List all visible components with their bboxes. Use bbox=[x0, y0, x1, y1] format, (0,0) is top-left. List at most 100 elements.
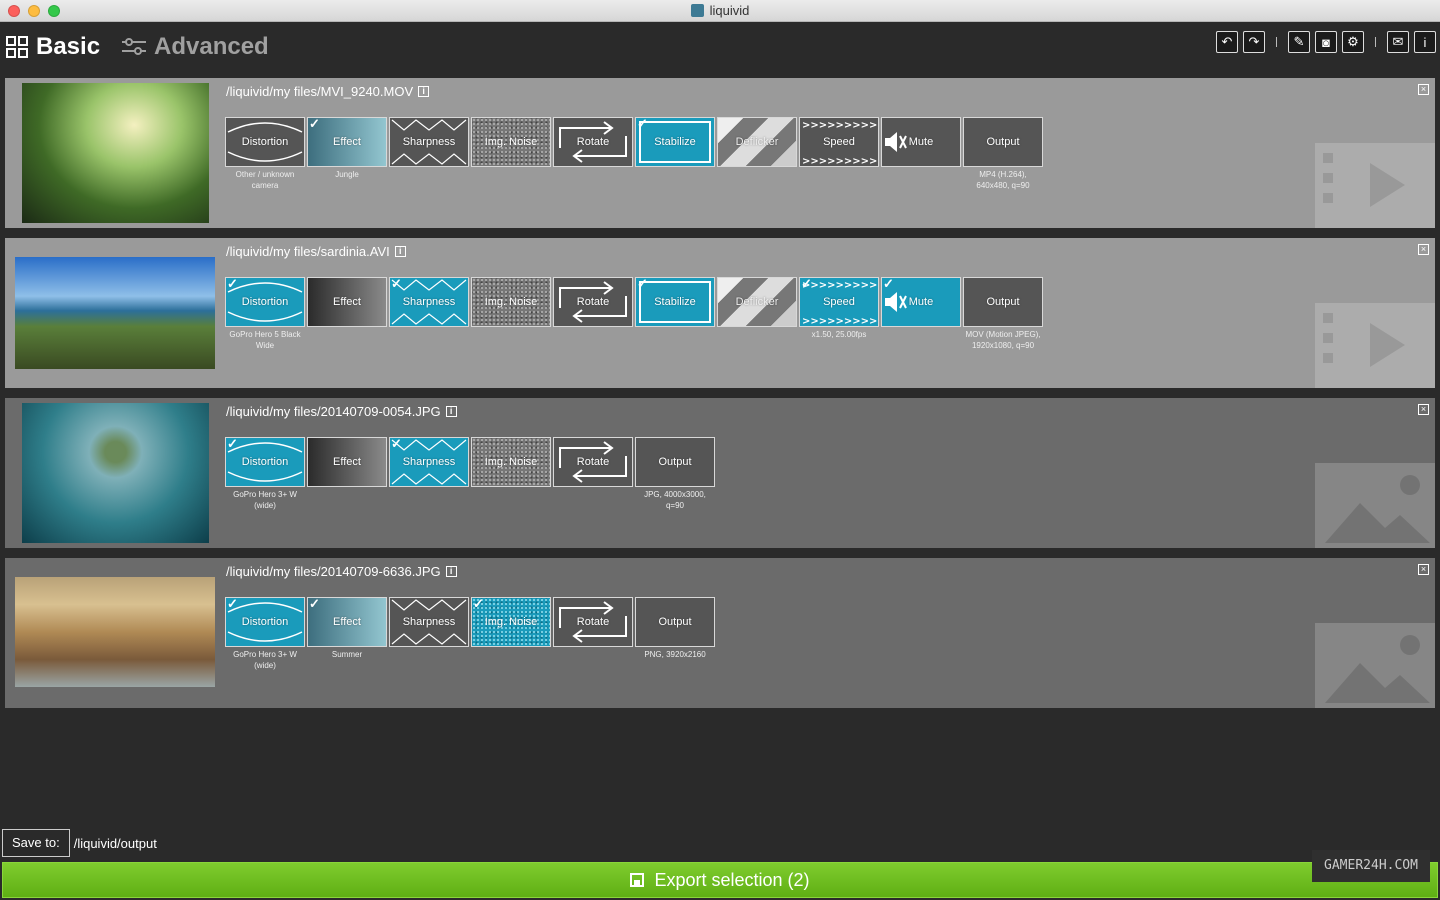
step-rotate-tile[interactable]: Rotate bbox=[553, 117, 633, 167]
info-icon[interactable]: i bbox=[445, 406, 457, 417]
step-img-noise-tile[interactable]: Img. Noise bbox=[471, 117, 551, 167]
step-label: Sharpness bbox=[402, 296, 456, 308]
step-effect-tile[interactable]: Effect bbox=[307, 277, 387, 327]
step-distortion-tile[interactable]: Distortion bbox=[225, 117, 305, 167]
remove-file-button[interactable]: × bbox=[1418, 564, 1429, 575]
file-path: /liquivid/my files/20140709-6636.JPG i bbox=[226, 564, 457, 579]
processing-steps: ✓ Distortion Effect ✓ Sharpness Img. Noise Rot… bbox=[225, 437, 715, 487]
file-row[interactable]: /liquivid/my files/sardinia.AVI i × ✓ Distor… bbox=[5, 238, 1435, 388]
step-label: Rotate bbox=[576, 616, 610, 628]
undo-button[interactable]: ↶ bbox=[1216, 31, 1238, 53]
step-stabilize-tile[interactable]: ✓ Stabilize bbox=[635, 277, 715, 327]
step-distortion-tile[interactable]: ✓ Distortion bbox=[225, 597, 305, 647]
step-mute-tile[interactable]: Mute bbox=[881, 117, 961, 167]
mail-button[interactable]: ✉ bbox=[1387, 31, 1409, 53]
processing-steps: ✓ Distortion ✓ Effect Sharpness ✓ Img. Noise Ro… bbox=[225, 597, 715, 647]
step-distortion-tile[interactable]: ✓ Distortion bbox=[225, 277, 305, 327]
close-window-button[interactable] bbox=[8, 5, 20, 17]
file-path-text: /liquivid/my files/20140709-0054.JPG bbox=[226, 404, 441, 419]
step-output-tile[interactable]: Output bbox=[635, 597, 715, 647]
step-label: Effect bbox=[333, 136, 361, 148]
step-rotate-tile[interactable]: Rotate bbox=[553, 597, 633, 647]
step-label: Stabilize bbox=[654, 136, 696, 148]
checkmark-icon: ✓ bbox=[637, 117, 648, 131]
step-label: Img. Noise bbox=[484, 456, 538, 468]
step-caption: x1.50, 25.00fps bbox=[811, 330, 867, 339]
step-label: Speed bbox=[823, 296, 855, 308]
info-icon[interactable]: i bbox=[445, 566, 457, 577]
step-caption: PNG, 3920x2160 bbox=[644, 650, 706, 659]
step-label: Mute bbox=[908, 296, 934, 308]
step-caption: Jungle bbox=[335, 170, 359, 179]
output-path: /liquivid/output bbox=[73, 835, 157, 851]
step-sharpness-tile[interactable]: Sharpness bbox=[389, 597, 469, 647]
file-thumbnail[interactable] bbox=[15, 257, 215, 369]
file-path: /liquivid/my files/sardinia.AVI i bbox=[226, 244, 406, 259]
file-path-text: /liquivid/my files/20140709-6636.JPG bbox=[226, 564, 441, 579]
step-img-noise-tile[interactable]: ✓ Img. Noise bbox=[471, 597, 551, 647]
step-sharpness-tile[interactable]: ✓ Sharpness bbox=[389, 437, 469, 487]
remove-file-button[interactable]: × bbox=[1418, 84, 1429, 95]
settings-button[interactable]: ⚙ bbox=[1342, 31, 1364, 53]
step-label: Stabilize bbox=[654, 296, 696, 308]
remove-file-button[interactable]: × bbox=[1418, 404, 1429, 415]
minimize-window-button[interactable] bbox=[28, 5, 40, 17]
checkmark-icon: ✓ bbox=[883, 277, 894, 291]
step-effect-tile[interactable]: Effect bbox=[307, 437, 387, 487]
processing-steps: ✓ Distortion Effect ✓ Sharpness Img. Noise Rot… bbox=[225, 277, 1043, 327]
step-label: Effect bbox=[333, 296, 361, 308]
step-output-tile[interactable]: Output bbox=[963, 117, 1043, 167]
step-img-noise-tile[interactable]: Img. Noise bbox=[471, 437, 551, 487]
step-rotate-tile[interactable]: Rotate bbox=[553, 437, 633, 487]
export-selection-button[interactable]: Export selection (2) bbox=[2, 862, 1438, 898]
file-thumbnail[interactable] bbox=[22, 403, 209, 543]
file-thumbnail[interactable] bbox=[22, 83, 209, 223]
step-label: Output bbox=[658, 616, 692, 628]
info-button[interactable]: i bbox=[1414, 31, 1436, 53]
sliders-icon bbox=[122, 38, 146, 55]
step-label: Output bbox=[658, 456, 692, 468]
step-label: Mute bbox=[908, 136, 934, 148]
step-label: Deflicker bbox=[735, 296, 779, 308]
step-img-noise-tile[interactable]: Img. Noise bbox=[471, 277, 551, 327]
step-speed-tile[interactable]: >>>>>>>>>> >>>>>>>>>> ✓ Speed bbox=[799, 277, 879, 327]
redo-button[interactable]: ↷ bbox=[1243, 31, 1265, 53]
advanced-mode-button[interactable]: Advanced bbox=[122, 33, 269, 61]
step-output-tile[interactable]: Output bbox=[963, 277, 1043, 327]
zoom-window-button[interactable] bbox=[48, 5, 60, 17]
step-deflicker-tile[interactable]: Deflicker bbox=[717, 277, 797, 327]
step-label: Effect bbox=[333, 456, 361, 468]
step-effect-tile[interactable]: ✓ Effect bbox=[307, 597, 387, 647]
info-icon[interactable]: i bbox=[394, 246, 406, 257]
file-row[interactable]: /liquivid/my files/20140709-6636.JPG i × ✓ D… bbox=[5, 558, 1435, 708]
step-output-tile[interactable]: Output bbox=[635, 437, 715, 487]
window-controls bbox=[8, 5, 60, 17]
step-mute-tile[interactable]: ✓ Mute bbox=[881, 277, 961, 327]
checkmark-icon: ✓ bbox=[391, 277, 402, 291]
step-label: Img. Noise bbox=[484, 616, 538, 628]
image-placeholder-icon bbox=[1315, 453, 1435, 548]
svg-text:>>>>>>>>>>: >>>>>>>>>> bbox=[802, 316, 878, 326]
step-sharpness-tile[interactable]: ✓ Sharpness bbox=[389, 277, 469, 327]
remove-file-button[interactable]: × bbox=[1418, 244, 1429, 255]
snapshot-button[interactable]: ◙ bbox=[1315, 31, 1337, 53]
step-label: Speed bbox=[823, 136, 855, 148]
step-speed-tile[interactable]: >>>>>>>>>> >>>>>>>>>> Speed bbox=[799, 117, 879, 167]
toolbar-separator bbox=[1375, 37, 1376, 47]
edit-button[interactable]: ✎ bbox=[1288, 31, 1310, 53]
step-caption: JPG, 4000x3000, q=90 bbox=[644, 490, 706, 510]
step-deflicker-tile[interactable]: Deflicker bbox=[717, 117, 797, 167]
file-row[interactable]: /liquivid/my files/MVI_9240.MOV i × Distort… bbox=[5, 78, 1435, 228]
basic-mode-button[interactable]: Basic bbox=[6, 33, 100, 61]
info-icon[interactable]: i bbox=[418, 86, 430, 97]
step-stabilize-tile[interactable]: ✓ Stabilize bbox=[635, 117, 715, 167]
file-path-text: /liquivid/my files/MVI_9240.MOV bbox=[226, 84, 414, 99]
step-sharpness-tile[interactable]: Sharpness bbox=[389, 117, 469, 167]
checkmark-icon: ✓ bbox=[391, 437, 402, 451]
step-rotate-tile[interactable]: Rotate bbox=[553, 277, 633, 327]
step-distortion-tile[interactable]: ✓ Distortion bbox=[225, 437, 305, 487]
file-thumbnail[interactable] bbox=[15, 577, 215, 687]
step-effect-tile[interactable]: ✓ Effect bbox=[307, 117, 387, 167]
file-row[interactable]: /liquivid/my files/20140709-0054.JPG i × ✓ D… bbox=[5, 398, 1435, 548]
save-to-button[interactable]: Save to: bbox=[2, 829, 70, 857]
